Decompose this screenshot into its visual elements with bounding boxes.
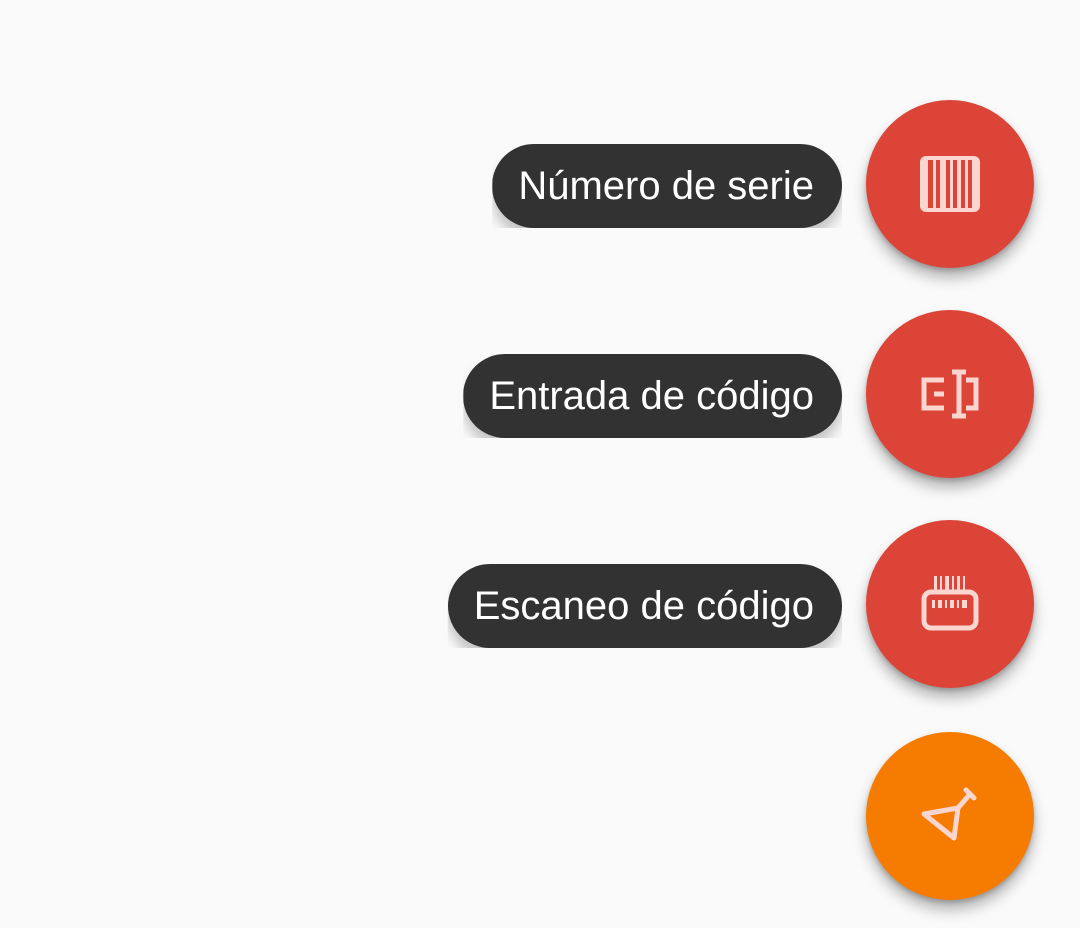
code-entry-button[interactable] — [866, 310, 1034, 478]
code-scan-label: Escaneo de código — [473, 583, 814, 628]
main-action-button[interactable] — [866, 732, 1034, 900]
action-row-code-scan: Escaneo de código — [0, 520, 1080, 690]
action-row-code-entry: Entrada de código — [0, 310, 1080, 480]
serial-number-label: Número de serie — [518, 163, 814, 208]
barcode-scanner-icon — [921, 576, 979, 631]
text-cursor-input-icon — [921, 369, 979, 419]
serial-number-label-chip[interactable]: Número de serie — [492, 144, 842, 228]
code-scan-label-chip[interactable]: Escaneo de código — [447, 564, 842, 648]
speed-dial-menu: Número de serie Entrada de código Escane… — [0, 0, 1080, 928]
code-entry-label-chip[interactable]: Entrada de código — [463, 354, 842, 438]
send-icon — [921, 787, 977, 841]
code-entry-label: Entrada de código — [489, 373, 814, 418]
code-scan-button[interactable] — [866, 520, 1034, 688]
serial-number-icon — [920, 156, 980, 212]
action-row-serial-number: Número de serie — [0, 100, 1080, 270]
serial-number-button[interactable] — [866, 100, 1034, 268]
